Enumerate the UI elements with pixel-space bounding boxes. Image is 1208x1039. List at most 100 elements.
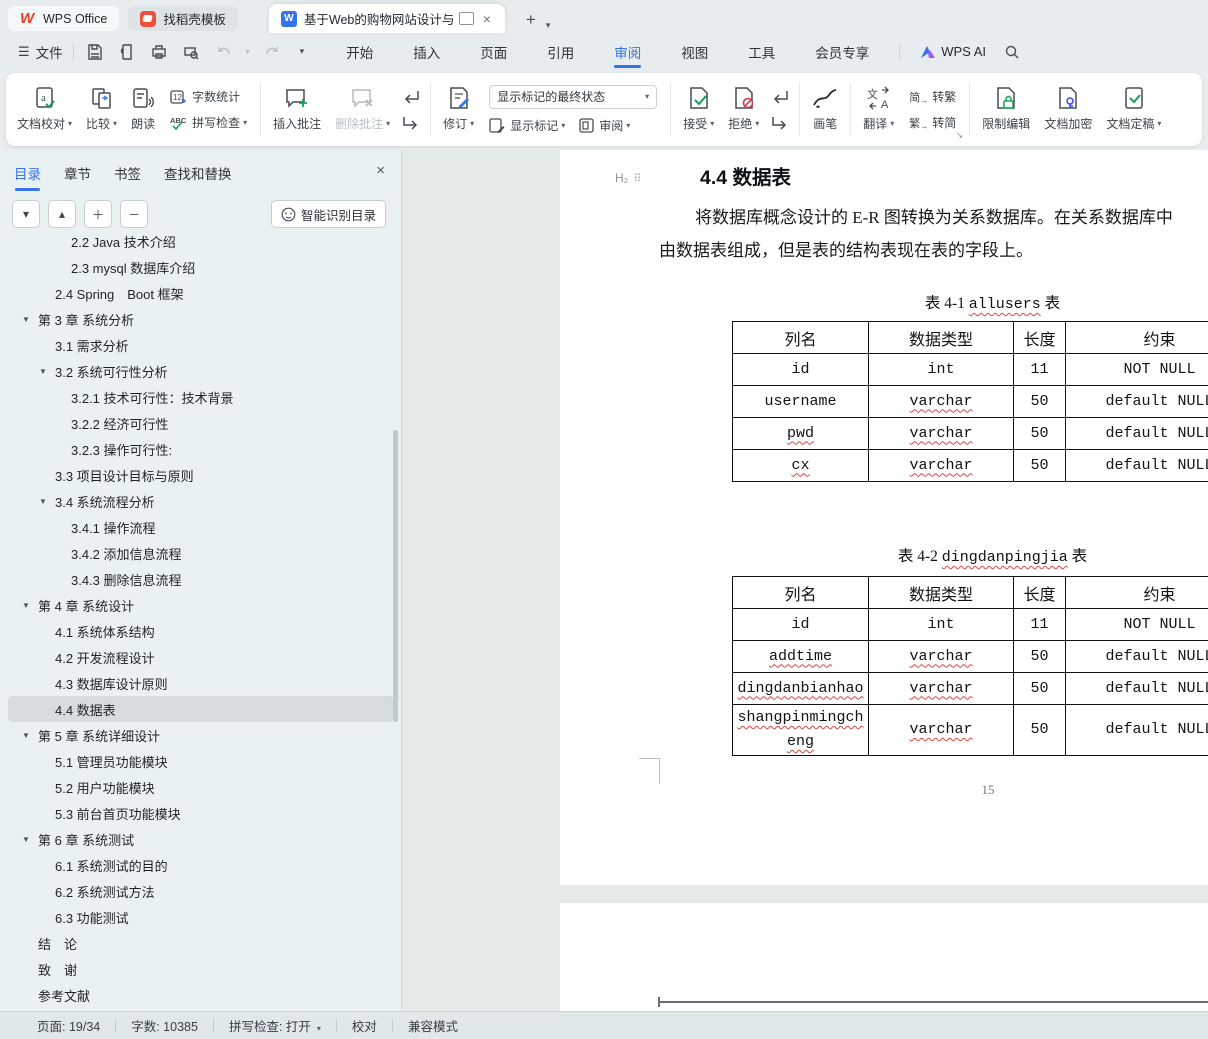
table-cell[interactable]: addtime bbox=[733, 641, 869, 673]
section-heading[interactable]: 4.4 数据表 bbox=[700, 161, 791, 190]
proofread-button[interactable]: 校对 bbox=[352, 1016, 377, 1035]
table-cell[interactable]: cx bbox=[733, 450, 869, 482]
close-pane-icon[interactable]: × bbox=[376, 162, 385, 179]
redo-icon[interactable] bbox=[264, 43, 282, 61]
toc-item[interactable]: 5.2 用户功能模块 bbox=[8, 774, 393, 800]
table-cell[interactable]: dingdanbianhao bbox=[733, 673, 869, 705]
toc-item[interactable]: 3.3 项目设计目标与原则 bbox=[8, 462, 393, 488]
table-cell[interactable]: int bbox=[869, 354, 1014, 386]
header-cell[interactable]: 列名 bbox=[733, 322, 869, 354]
pane-tab-书签[interactable]: 书签 bbox=[114, 163, 141, 191]
document-page-15[interactable]: H₂ ⠿ 4.4 数据表 将数据库概念设计的 E-R 图转换为关系数据库。在关系… bbox=[560, 150, 1208, 885]
track-changes-button[interactable]: 修订▾ bbox=[436, 73, 481, 146]
toc-item[interactable]: ▼第 3 章 系统分析 bbox=[8, 306, 393, 332]
search-icon[interactable] bbox=[1004, 44, 1020, 60]
table-caption[interactable]: 表 4-2 dingdanpingjia 表 bbox=[732, 544, 1208, 566]
table-cell[interactable]: default NULL bbox=[1066, 418, 1208, 450]
pane-tab-查找和替换[interactable]: 查找和替换 bbox=[164, 163, 232, 191]
collapse-all-button[interactable]: ▴ bbox=[48, 200, 76, 228]
table-cell[interactable]: 50 bbox=[1014, 386, 1066, 418]
compare-button[interactable]: 比较▾ bbox=[79, 73, 124, 146]
page-indicator[interactable]: 页面: 19/34 bbox=[37, 1016, 100, 1035]
group-expand-icon[interactable]: ↘ bbox=[956, 130, 964, 141]
header-cell[interactable]: 约束 bbox=[1066, 322, 1208, 354]
smart-toc-button[interactable]: 智能识别目录 bbox=[271, 200, 386, 228]
previous-comment-icon[interactable] bbox=[402, 89, 420, 104]
table-cell[interactable]: 50 bbox=[1014, 705, 1066, 756]
table-cell[interactable]: 50 bbox=[1014, 450, 1066, 482]
undo-icon[interactable] bbox=[214, 43, 232, 61]
translate-button[interactable]: 文A 翻译▾ bbox=[856, 73, 901, 146]
header-cell[interactable]: 数据类型 bbox=[869, 322, 1014, 354]
toc-item[interactable]: 3.4.3 删除信息流程 bbox=[8, 566, 393, 592]
table-cell[interactable]: varchar bbox=[869, 418, 1014, 450]
menu-tab-工具[interactable]: 工具 bbox=[728, 33, 795, 70]
zoom-out-outline-button[interactable]: － bbox=[120, 200, 148, 228]
previous-revision-icon[interactable] bbox=[771, 89, 789, 104]
menu-tab-插入[interactable]: 插入 bbox=[393, 33, 460, 70]
finalize-document-button[interactable]: 文档定稿▾ bbox=[1099, 73, 1168, 146]
table-cell[interactable]: id bbox=[733, 354, 869, 386]
table-cell[interactable]: 50 bbox=[1014, 418, 1066, 450]
toc-item[interactable]: 3.2.3 操作可行性: bbox=[8, 436, 393, 462]
table-cell[interactable]: default NULL bbox=[1066, 705, 1208, 756]
data-table-allusers[interactable]: 列名数据类型长度约束idint11NOT NULLusernamevarchar… bbox=[732, 321, 1208, 482]
reject-revision-button[interactable]: 拒绝▾ bbox=[721, 73, 766, 146]
toc-item[interactable]: 5.1 管理员功能模块 bbox=[8, 748, 393, 774]
table-cell[interactable]: id bbox=[733, 609, 869, 641]
spell-check-button[interactable]: ABC 拼写检查▾ bbox=[170, 113, 247, 132]
collapse-arrow-icon[interactable]: ▼ bbox=[22, 835, 30, 844]
table-cell[interactable]: 11 bbox=[1014, 354, 1066, 386]
wps-ai-button[interactable]: WPS AI bbox=[920, 44, 986, 59]
toc-item[interactable]: 4.2 开发流程设计 bbox=[8, 644, 393, 670]
header-cell[interactable]: 长度 bbox=[1014, 577, 1066, 609]
next-comment-icon[interactable] bbox=[402, 115, 420, 130]
ink-brush-button[interactable]: 画笔 bbox=[805, 73, 845, 146]
table-cell[interactable]: username bbox=[733, 386, 869, 418]
toc-item[interactable]: 2.2 Java 技术介绍 bbox=[8, 234, 393, 254]
export-pdf-icon[interactable] bbox=[118, 43, 136, 61]
zoom-in-outline-button[interactable]: ＋ bbox=[84, 200, 112, 228]
to-traditional-button[interactable]: 简→ 转繁 bbox=[909, 87, 956, 106]
menu-tab-页面[interactable]: 页面 bbox=[460, 33, 527, 70]
spellcheck-indicator[interactable]: 拼写检查: 打开▾ bbox=[229, 1016, 321, 1035]
table-cell[interactable]: int bbox=[869, 609, 1014, 641]
toc-item[interactable]: 致 谢 bbox=[8, 956, 393, 982]
file-menu[interactable]: 文件 bbox=[36, 42, 63, 62]
word-count-indicator[interactable]: 字数: 10385 bbox=[131, 1016, 198, 1035]
toc-item[interactable]: 结 论 bbox=[8, 930, 393, 956]
table-cell[interactable]: NOT NULL bbox=[1066, 609, 1208, 641]
close-tab-icon[interactable]: × bbox=[481, 11, 493, 27]
document-page-next[interactable] bbox=[560, 903, 1208, 1012]
doc-proof-button[interactable]: a 文档校对▾ bbox=[10, 73, 79, 146]
toc-item[interactable]: 6.1 系统测试的目的 bbox=[8, 852, 393, 878]
table-cell[interactable]: 11 bbox=[1014, 609, 1066, 641]
toc-item[interactable]: 4.1 系统体系结构 bbox=[8, 618, 393, 644]
table-cell[interactable]: default NULL bbox=[1066, 450, 1208, 482]
tab-current-document[interactable]: W 基于Web的购物网站设计与实 × bbox=[269, 4, 505, 33]
table-cell[interactable]: varchar bbox=[869, 673, 1014, 705]
toc-item[interactable]: 4.3 数据库设计原则 bbox=[8, 670, 393, 696]
tab-list-chevron-icon[interactable]: ▾ bbox=[546, 20, 551, 33]
toc-item[interactable]: 3.4.1 操作流程 bbox=[8, 514, 393, 540]
insert-comment-button[interactable]: 插入批注 bbox=[266, 73, 328, 146]
table-cell[interactable]: varchar bbox=[869, 386, 1014, 418]
print-preview-icon[interactable] bbox=[182, 43, 200, 61]
collapse-arrow-icon[interactable]: ▼ bbox=[39, 497, 47, 506]
toc-item[interactable]: 参考文献 bbox=[8, 982, 393, 1008]
menu-tab-审阅[interactable]: 审阅 bbox=[594, 33, 661, 70]
heading-level-badge[interactable]: H₂ ⠿ bbox=[615, 171, 641, 185]
toc-item[interactable]: 2.4 Spring Boot 框架 bbox=[8, 280, 393, 306]
markup-state-select[interactable]: 显示标记的最终状态▾ bbox=[489, 85, 657, 109]
body-paragraph[interactable]: 将数据库概念设计的 E-R 图转换为关系数据库。在关系数据库中 由数据表组成，但… bbox=[659, 201, 1208, 267]
drag-handle-icon[interactable]: ⠿ bbox=[633, 172, 641, 185]
toc-item[interactable]: 3.4.2 添加信息流程 bbox=[8, 540, 393, 566]
table-cell[interactable]: default NULL bbox=[1066, 641, 1208, 673]
toc-item[interactable]: 4.4 数据表 bbox=[8, 696, 393, 722]
restrict-editing-button[interactable]: 限制编辑 bbox=[975, 73, 1037, 146]
menu-tab-会员专享[interactable]: 会员专享 bbox=[795, 33, 889, 70]
encrypt-document-button[interactable]: 文档加密 bbox=[1037, 73, 1099, 146]
table-cell[interactable]: default NULL bbox=[1066, 673, 1208, 705]
toc-item[interactable]: 3.2.1 技术可行性：技术背景 bbox=[8, 384, 393, 410]
print-icon[interactable] bbox=[150, 43, 168, 61]
